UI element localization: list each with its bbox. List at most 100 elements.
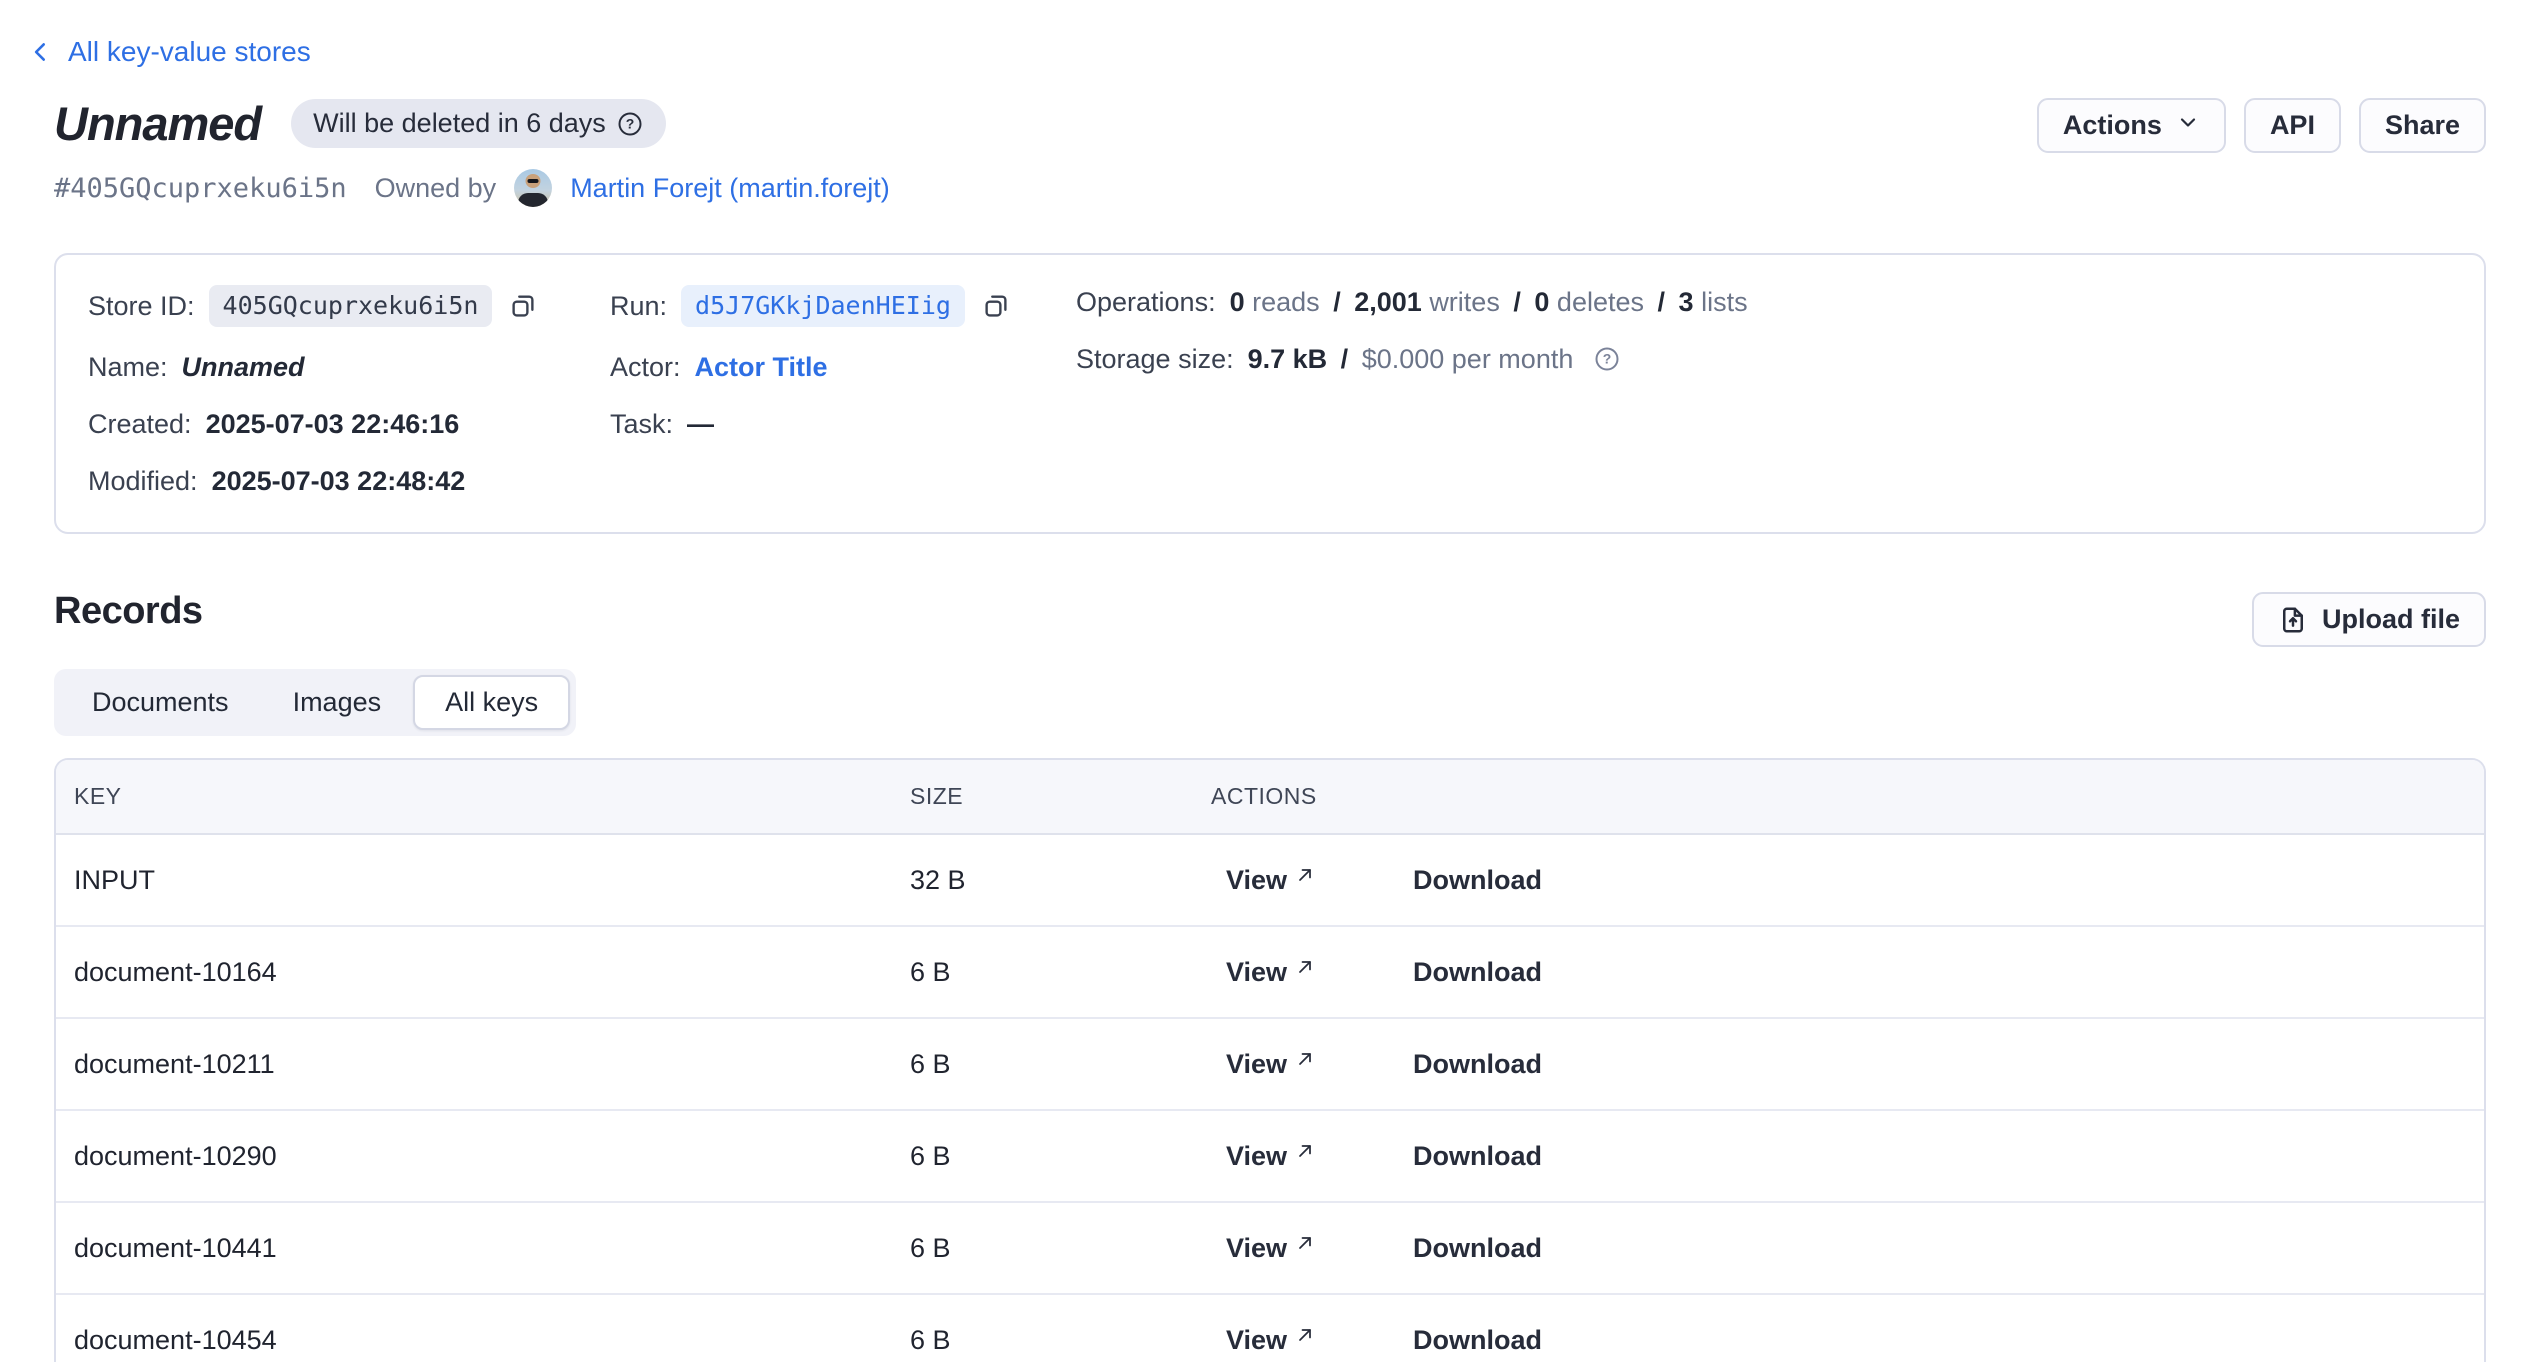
lists-count: 3 [1679, 287, 1694, 317]
download-label: Download [1413, 1141, 1542, 1172]
actor-link[interactable]: Actor Title [695, 350, 828, 384]
download-record-button[interactable]: Download [1413, 1141, 1542, 1172]
view-record-button[interactable]: View [1226, 1049, 1315, 1080]
chevron-left-icon [28, 39, 54, 65]
operations-label: Operations: [1076, 285, 1216, 319]
view-label: View [1226, 1049, 1287, 1080]
download-record-button[interactable]: Download [1413, 957, 1542, 988]
svg-text:?: ? [626, 115, 635, 131]
actions-button-label: Actions [2063, 110, 2162, 141]
table-row: document-10211 6 B View Download [56, 1018, 2484, 1110]
reads-count: 0 [1230, 287, 1245, 317]
modified-label: Modified: [88, 464, 198, 498]
owner-link[interactable]: Martin Forejt (martin.forejt) [570, 173, 890, 204]
view-record-button[interactable]: View [1226, 957, 1315, 988]
api-button[interactable]: API [2244, 98, 2341, 153]
deletes-unit: deletes [1557, 287, 1644, 317]
record-size: 32 B [910, 834, 1211, 926]
share-button[interactable]: Share [2359, 98, 2486, 153]
name-label: Name: [88, 350, 168, 384]
writes-count: 2,001 [1354, 287, 1422, 317]
record-key: document-10441 [56, 1202, 910, 1294]
share-button-label: Share [2385, 110, 2460, 141]
records-tabs: Documents Images All keys [54, 669, 576, 736]
view-record-button[interactable]: View [1226, 1325, 1315, 1356]
created-value: 2025-07-03 22:46:16 [206, 407, 460, 441]
kv-store-detail-page: All key-value stores Unnamed Will be del… [0, 0, 2540, 1362]
table-row: INPUT 32 B View Download [56, 834, 2484, 926]
external-link-icon [1295, 861, 1315, 892]
column-header-actions: ACTIONS [1211, 760, 2484, 834]
storage-help-icon[interactable]: ? [1593, 345, 1621, 373]
modified-value: 2025-07-03 22:48:42 [212, 464, 466, 498]
deletion-badge: Will be deleted in 6 days ? [291, 99, 666, 148]
storage-size: 9.7 kB [1248, 344, 1328, 374]
store-id-label: Store ID: [88, 289, 195, 323]
view-record-button[interactable]: View [1226, 1233, 1315, 1264]
tab-images[interactable]: Images [261, 675, 414, 730]
store-name: Unnamed [182, 350, 305, 384]
back-link-label: All key-value stores [68, 36, 311, 68]
external-link-icon [1295, 1045, 1315, 1076]
records-table: KEY SIZE ACTIONS INPUT 32 B View Downloa… [56, 760, 2484, 1362]
upload-file-icon [2278, 605, 2308, 635]
help-icon[interactable]: ? [616, 110, 644, 138]
svg-text:?: ? [1603, 351, 1612, 367]
ops-separator: / [1507, 287, 1527, 317]
actor-label: Actor: [610, 350, 681, 384]
download-record-button[interactable]: Download [1413, 1049, 1542, 1080]
column-header-size: SIZE [910, 760, 1211, 834]
download-label: Download [1413, 1233, 1542, 1264]
copy-store-id-button[interactable] [508, 291, 538, 321]
download-record-button[interactable]: Download [1413, 865, 1542, 896]
external-link-icon [1295, 1137, 1315, 1168]
external-link-icon [1295, 953, 1315, 984]
record-key: document-10164 [56, 926, 910, 1018]
copy-run-id-button[interactable] [981, 291, 1011, 321]
external-link-icon [1295, 1321, 1315, 1352]
view-label: View [1226, 1141, 1287, 1172]
page-title: Unnamed [54, 96, 261, 151]
record-key: document-10290 [56, 1110, 910, 1202]
created-label: Created: [88, 407, 192, 441]
store-hash: #405GQcuprxeku6i5n [54, 173, 347, 204]
task-value: — [687, 407, 714, 441]
upload-file-label: Upload file [2322, 604, 2460, 635]
writes-unit: writes [1429, 287, 1500, 317]
record-key: INPUT [56, 834, 910, 926]
chevron-down-icon [2176, 110, 2200, 141]
view-label: View [1226, 865, 1287, 896]
records-table-card: KEY SIZE ACTIONS INPUT 32 B View Downloa… [54, 758, 2486, 1362]
task-label: Task: [610, 407, 673, 441]
deletion-badge-label: Will be deleted in 6 days [313, 108, 606, 139]
download-label: Download [1413, 1325, 1542, 1356]
upload-file-button[interactable]: Upload file [2252, 592, 2486, 647]
ops-separator: / [1652, 287, 1672, 317]
storage-row: Storage size: 9.7 kB / $0.000 per month … [1076, 342, 1748, 376]
view-label: View [1226, 957, 1287, 988]
back-link-all-kv-stores[interactable]: All key-value stores [28, 36, 311, 68]
reads-unit: reads [1252, 287, 1320, 317]
store-info-card: Store ID: 405GQcuprxeku6i5n Name: Unname… [54, 253, 2486, 534]
download-record-button[interactable]: Download [1413, 1233, 1542, 1264]
deletes-count: 0 [1534, 287, 1549, 317]
table-row: document-10290 6 B View Download [56, 1110, 2484, 1202]
owner-avatar [514, 169, 552, 207]
actions-button[interactable]: Actions [2037, 98, 2226, 153]
tab-documents[interactable]: Documents [60, 675, 261, 730]
record-size: 6 B [910, 1110, 1211, 1202]
tab-all-keys[interactable]: All keys [413, 675, 570, 730]
download-record-button[interactable]: Download [1413, 1325, 1542, 1356]
run-id-chip[interactable]: d5J7GKkjDaenHEIig [681, 285, 965, 327]
download-label: Download [1413, 957, 1542, 988]
record-size: 6 B [910, 1202, 1211, 1294]
external-link-icon [1295, 1229, 1315, 1260]
run-label: Run: [610, 289, 667, 323]
record-size: 6 B [910, 1294, 1211, 1362]
view-record-button[interactable]: View [1226, 1141, 1315, 1172]
ops-separator: / [1327, 287, 1347, 317]
column-header-key: KEY [56, 760, 910, 834]
lists-unit: lists [1701, 287, 1748, 317]
view-record-button[interactable]: View [1226, 865, 1315, 896]
records-heading: Records [54, 590, 203, 633]
